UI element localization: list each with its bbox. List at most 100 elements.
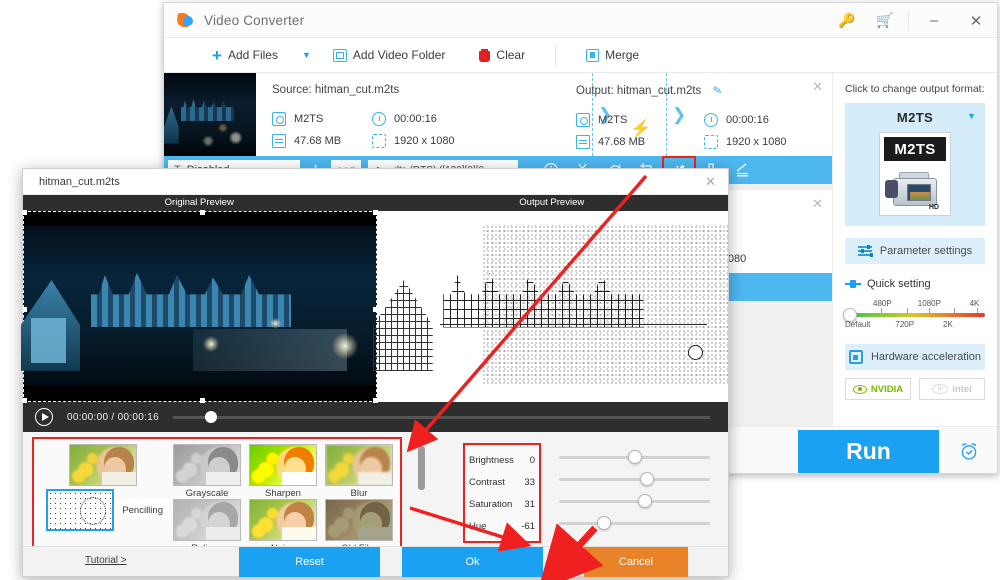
adjustment-tracks — [559, 446, 710, 534]
toolbar-divider — [555, 44, 556, 66]
output-meta: M2TS 47.68 MB 00:00:16 — [576, 109, 832, 153]
merge-button[interactable]: Merge — [578, 38, 647, 73]
saturation-slider-row — [559, 490, 710, 512]
sliders-icon — [858, 245, 872, 257]
clear-button[interactable]: Clear — [471, 38, 533, 73]
play-icon[interactable] — [35, 408, 53, 426]
contrast-slider-knob[interactable] — [640, 472, 654, 486]
saturation-slider-knob[interactable] — [638, 494, 652, 508]
hue-slider-knob[interactable] — [597, 516, 611, 530]
hardware-acceleration-button[interactable]: Hardware acceleration — [845, 344, 985, 370]
resize-handle-bl[interactable] — [22, 398, 27, 403]
resize-handle-tl[interactable] — [22, 210, 27, 215]
hue-slider[interactable] — [559, 522, 710, 525]
merge-label: Merge — [605, 48, 639, 62]
resize-handle-bc[interactable] — [200, 398, 205, 403]
adjustment-brightness: Brightness 0 — [469, 449, 535, 471]
app-logo-icon — [177, 11, 195, 29]
output-duration: 00:00:16 — [704, 109, 832, 131]
parameter-settings-button[interactable]: Parameter settings — [845, 238, 985, 264]
saturation-slider[interactable] — [559, 500, 710, 503]
effect-pencilling[interactable]: Pencilling — [37, 499, 169, 520]
cancel-button[interactable]: Cancel — [584, 547, 688, 577]
effect-grayscale[interactable]: Grayscale — [169, 444, 245, 499]
playback-time: 00:00:00 / 00:00:16 — [67, 412, 159, 423]
add-files-label: Add Files — [228, 48, 278, 62]
add-video-folder-button[interactable]: Add Video Folder — [325, 38, 454, 73]
close-icon[interactable]: ✕ — [955, 3, 997, 38]
clock-icon-out — [704, 113, 718, 127]
contrast-slider[interactable] — [559, 478, 710, 481]
quality-2k: 2K — [943, 320, 953, 329]
output-preview[interactable] — [377, 211, 729, 402]
quality-slider[interactable] — [845, 313, 985, 317]
quick-setting-label: Quick setting — [867, 278, 931, 290]
quality-480p: 480P — [873, 299, 892, 308]
adjustment-sliders: Brightness 0 Contrast 33 Saturation 31 H… — [463, 440, 720, 549]
effect-sharpen[interactable]: Sharpen — [245, 444, 321, 499]
quality-default: Default — [845, 320, 870, 329]
quality-4k: 4K — [970, 299, 980, 308]
original-preview[interactable] — [23, 211, 377, 402]
remove-file-icon-2[interactable]: ✕ — [812, 196, 823, 212]
tutorial-link[interactable]: Tutorial > — [85, 555, 127, 566]
folder-icon — [333, 49, 347, 62]
source-duration: 00:00:16 — [372, 108, 472, 130]
contrast-slider-row — [559, 468, 710, 490]
output-format-value: M2TS — [598, 114, 627, 126]
output-filename-text: Output: hitman_cut.m2ts — [576, 85, 701, 97]
editor-close-icon[interactable]: ✕ — [705, 174, 716, 190]
resolution-icon — [372, 134, 386, 148]
effects-scrollbar[interactable] — [418, 446, 425, 490]
effects-grid: None Grayscale Sharpen Blur Pencilling R… — [32, 437, 402, 555]
brightness-label: Brightness — [469, 455, 514, 466]
subtitle-icon[interactable] — [727, 157, 759, 183]
brightness-slider-row — [559, 446, 710, 468]
time-separator: / — [111, 412, 114, 423]
gpu-nvidia-label: NVIDIA — [871, 384, 903, 395]
remove-file-icon[interactable]: ✕ — [812, 79, 823, 95]
gpu-nvidia-toggle[interactable]: NVIDIA — [845, 378, 911, 400]
output-format-selector[interactable]: M2TS ▼ M2TS HD — [845, 103, 985, 226]
window-titlebar: Video Converter 🔑 🛒 – ✕ — [164, 3, 997, 38]
seek-bar[interactable] — [173, 416, 710, 419]
contrast-label: Contrast — [469, 477, 505, 488]
editor-titlebar: hitman_cut.m2ts ✕ — [23, 169, 728, 195]
ok-button[interactable]: Ok — [402, 547, 543, 577]
intel-icon: in — [932, 384, 948, 394]
effect-thumbnail-old-film — [325, 499, 393, 541]
source-size-value: 47.68 MB — [294, 135, 341, 147]
brightness-slider-knob[interactable] — [628, 450, 642, 464]
video-thumbnail[interactable] — [164, 73, 256, 156]
saturation-label: Saturation — [469, 499, 512, 510]
reset-button[interactable]: Reset — [239, 547, 380, 577]
resize-handle-tc[interactable] — [200, 210, 205, 215]
editor-button-bar: Tutorial > Reset Ok Cancel — [23, 546, 728, 576]
chevron-down-icon-format[interactable]: ▼ — [967, 111, 976, 121]
chip-icon — [849, 350, 863, 364]
effect-blur[interactable]: Blur — [321, 444, 397, 499]
source-size: 47.68 MB — [272, 130, 372, 152]
seek-knob[interactable] — [205, 411, 217, 423]
cart-icon[interactable]: 🛒 — [866, 3, 904, 38]
edit-pencil-icon[interactable]: ✎ — [711, 83, 722, 97]
source-resolution: 1920 x 1080 — [372, 130, 472, 152]
playback-bar: 00:00:00 / 00:00:16 — [23, 402, 728, 432]
original-window — [31, 318, 66, 363]
preview-area — [23, 211, 728, 402]
add-files-dropdown-icon[interactable]: ▼ — [302, 50, 311, 60]
resize-handle-ml[interactable] — [22, 307, 27, 312]
add-files-button[interactable]: + Add Files — [204, 38, 286, 73]
effect-label-pencilling: Pencilling — [122, 505, 163, 516]
trash-icon — [479, 49, 490, 62]
alarm-clock-icon[interactable] — [949, 437, 989, 465]
titlebar-divider — [908, 11, 909, 31]
effect-thumbnail-noise — [249, 499, 317, 541]
key-icon[interactable]: 🔑 — [828, 3, 866, 38]
minimize-icon[interactable]: – — [913, 3, 955, 38]
gpu-intel-toggle[interactable]: in intel — [919, 378, 985, 400]
output-info: Output: hitman_cut.m2ts ✎ M2TS 47.68 MB — [560, 73, 832, 156]
run-button[interactable]: Run — [798, 430, 939, 473]
brightness-slider[interactable] — [559, 456, 710, 459]
file-row: Source: hitman_cut.m2ts M2TS 47.68 MB — [164, 73, 832, 156]
